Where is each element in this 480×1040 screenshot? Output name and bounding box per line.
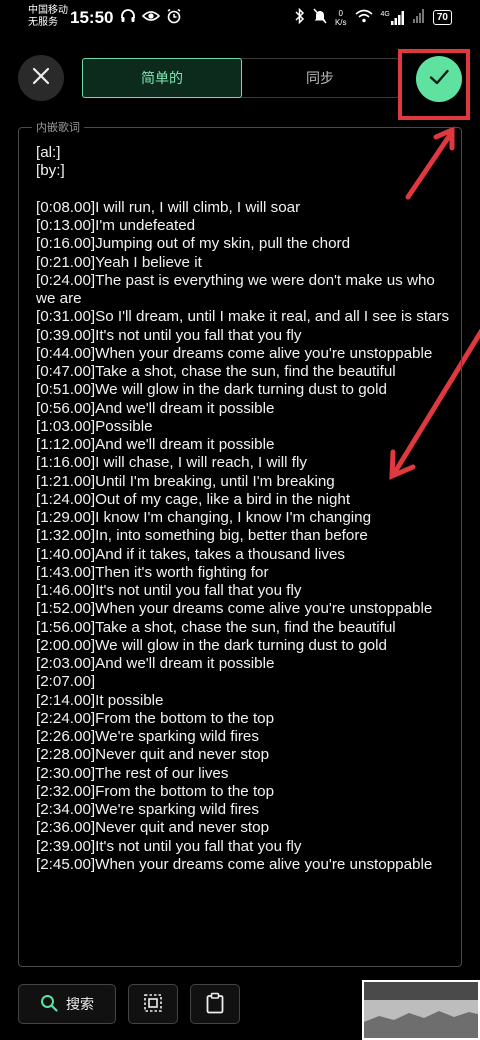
status-bar: 中国移动 无服务 15:50 0 K/s 4G 70 (0, 0, 480, 40)
status-icons-right: 0 K/s 4G 70 (295, 7, 452, 27)
select-all-button[interactable] (128, 984, 178, 1024)
search-icon (40, 994, 58, 1015)
bottom-toolbar: 搜索 (18, 984, 240, 1026)
network-type: 4G (380, 10, 390, 18)
select-all-icon (143, 993, 163, 1016)
wifi-icon (355, 9, 373, 26)
screenshot-thumbnail[interactable] (362, 980, 480, 1040)
section-label: 内嵌歌词 (32, 119, 84, 135)
signal-icon: 4G (380, 10, 405, 25)
headphones-icon (120, 8, 136, 27)
annotation-highlight-box (398, 49, 470, 120)
search-label: 搜索 (66, 996, 94, 1012)
speed-unit: K/s (334, 17, 347, 27)
carrier-service: 无服务 (28, 17, 58, 28)
eye-icon (141, 8, 161, 27)
status-icons-left (120, 8, 182, 27)
mode-tabs: 简单的 同步 (82, 58, 400, 98)
tab-sync[interactable]: 同步 (241, 59, 399, 97)
tab-simple[interactable]: 简单的 (82, 58, 242, 98)
close-icon (32, 67, 50, 90)
speed-value: 0 (338, 8, 343, 18)
clock: 15:50 (70, 8, 114, 27)
mute-icon (313, 8, 327, 27)
signal-icon-2 (412, 9, 425, 26)
clipboard-icon (205, 992, 225, 1017)
battery-icon: 70 (432, 10, 452, 25)
alarm-icon (166, 8, 182, 27)
carrier-name: 中国移动 (28, 5, 68, 16)
bluetooth-icon (295, 7, 305, 27)
carrier-info: 中国移动 无服务 (28, 5, 68, 29)
network-speed: 0 K/s (335, 9, 347, 27)
paste-button[interactable] (190, 984, 240, 1024)
lyrics-editor[interactable]: [al:] [by:] [0:08.00]I will run, I will … (36, 144, 456, 874)
close-button[interactable] (18, 55, 64, 101)
search-button[interactable]: 搜索 (18, 984, 116, 1024)
thumbnail-preview (364, 982, 478, 1038)
